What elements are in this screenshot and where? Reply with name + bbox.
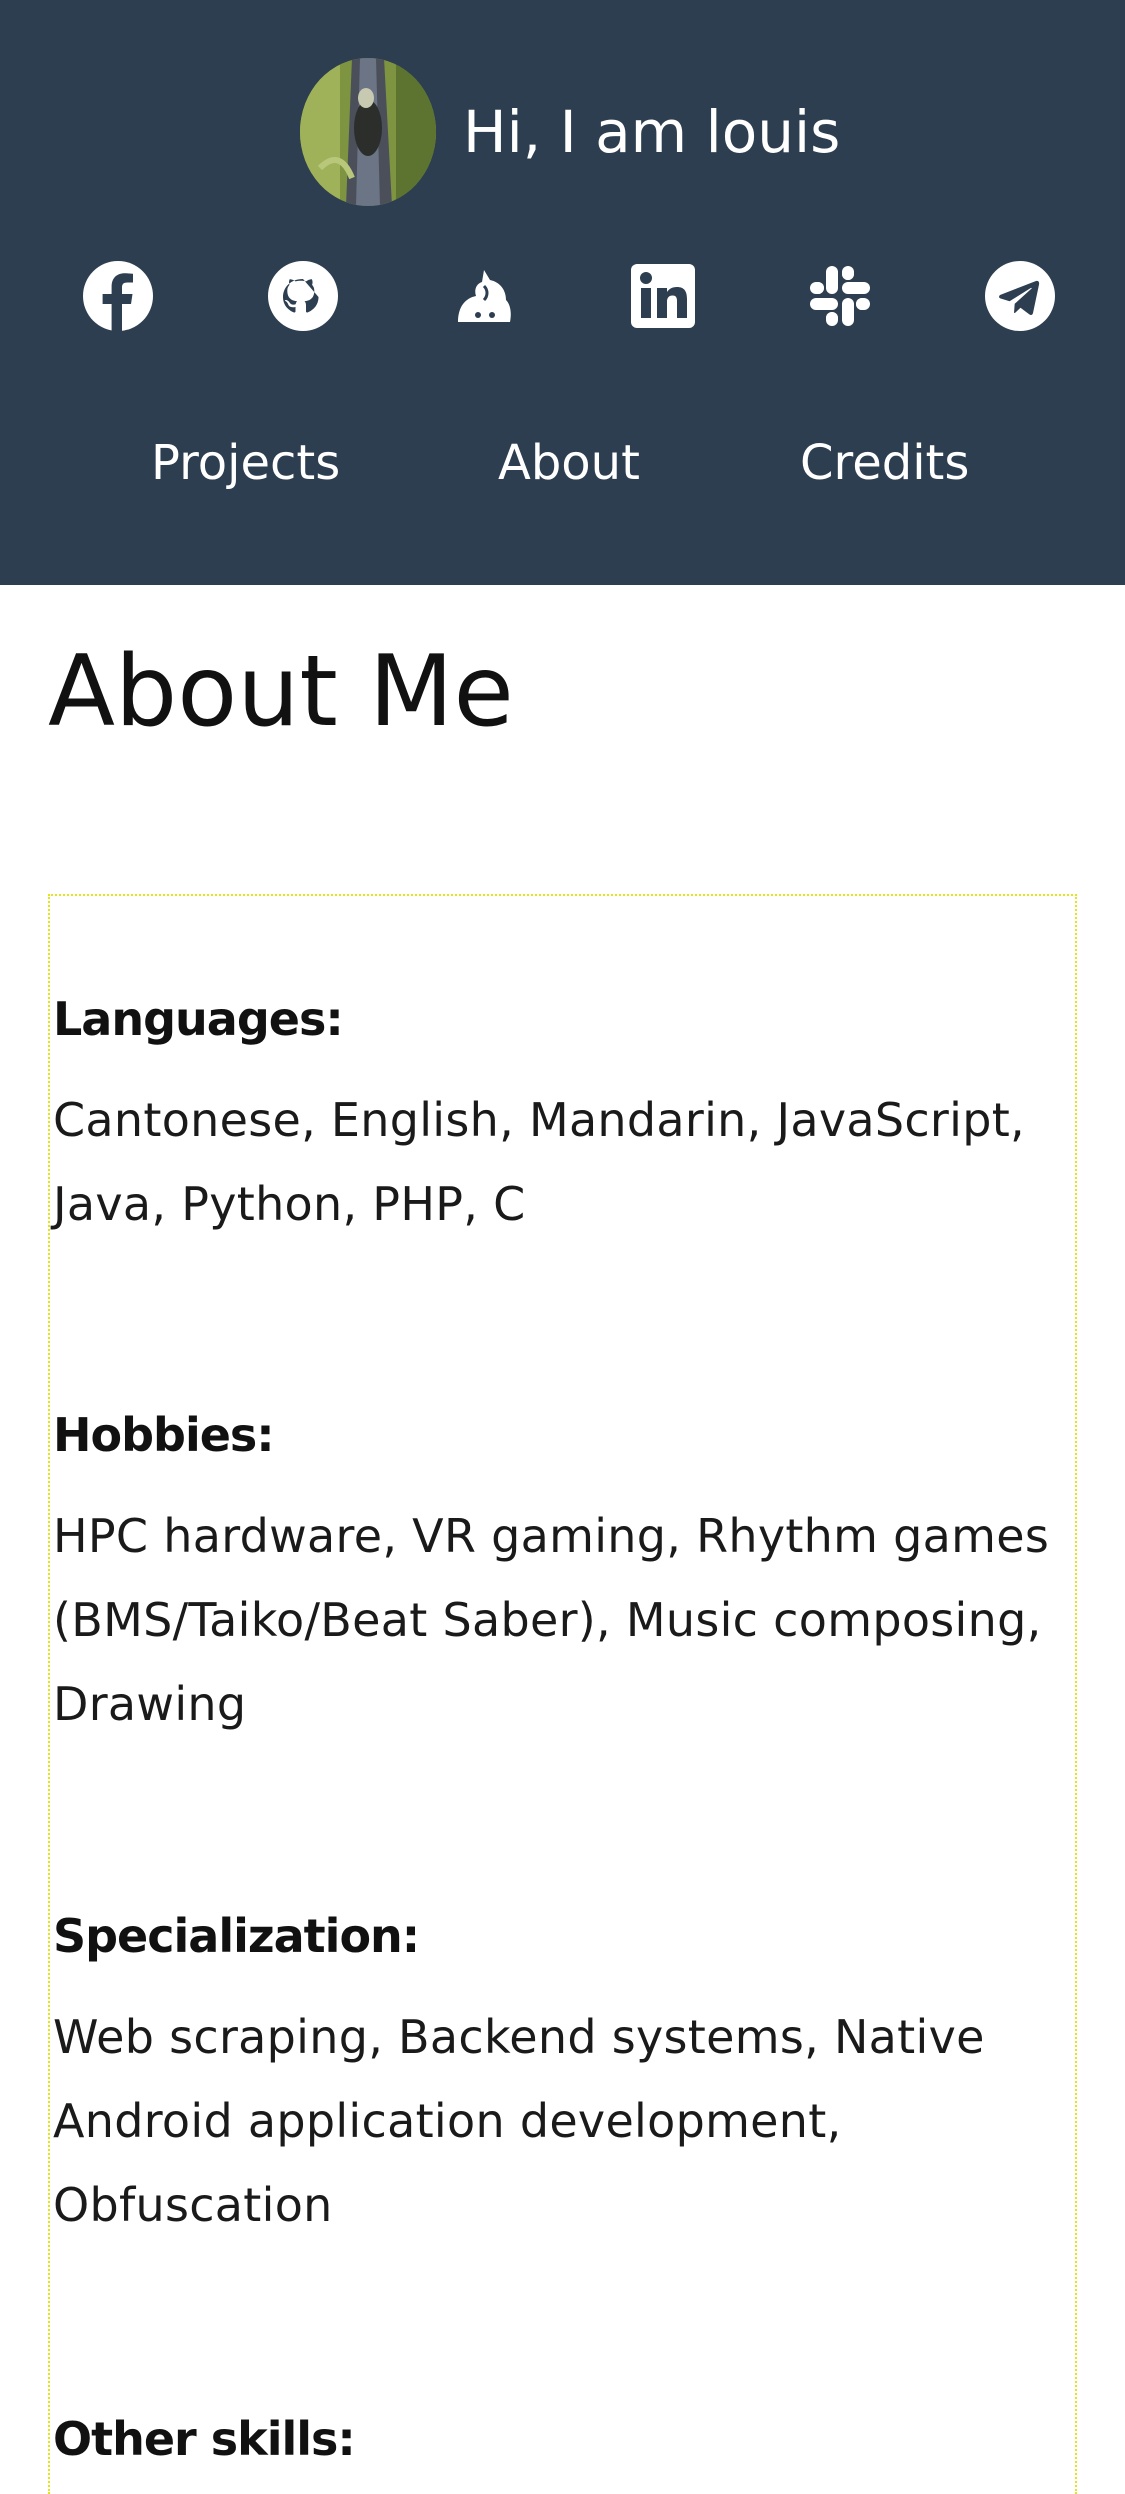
telegram-icon[interactable] (982, 258, 1058, 334)
page-title: About Me (48, 635, 514, 749)
avatar-image (300, 58, 436, 206)
hobbies-section: Hobbies: HPC hardware, VR gaming, Rhythm… (53, 1404, 1073, 1746)
site-header: Hi, I am louis Projects About Credits (0, 0, 1125, 585)
gitee-icon[interactable] (446, 258, 522, 334)
facebook-icon[interactable] (80, 258, 156, 334)
section-heading: Specialization: (53, 1909, 420, 1963)
about-content-box: Languages: Cantonese, English, Mandarin,… (48, 894, 1077, 2494)
section-body: Cantonese, English, Mandarin, JavaScript… (53, 1093, 1025, 1231)
section-heading: Languages: (53, 992, 344, 1046)
section-heading: Other skills: (53, 2412, 356, 2466)
github-icon[interactable] (265, 258, 341, 334)
other-skills-section: Other skills: (53, 2408, 1073, 2470)
languages-section: Languages: Cantonese, English, Mandarin,… (53, 988, 1073, 1246)
avatar (300, 58, 436, 206)
section-body: HPC hardware, VR gaming, Rhythm games (B… (53, 1509, 1050, 1731)
linkedin-icon[interactable] (625, 258, 701, 334)
slack-icon[interactable] (802, 258, 878, 334)
section-heading: Hobbies: (53, 1408, 275, 1462)
section-body: Web scraping, Backend systems, Native An… (53, 2010, 985, 2232)
nav-about[interactable]: About (498, 432, 640, 494)
greeting-text: Hi, I am louis (463, 98, 841, 166)
nav-projects[interactable]: Projects (151, 432, 340, 494)
specialization-section: Specialization: Web scraping, Backend sy… (53, 1905, 1073, 2247)
nav-credits[interactable]: Credits (800, 432, 969, 494)
